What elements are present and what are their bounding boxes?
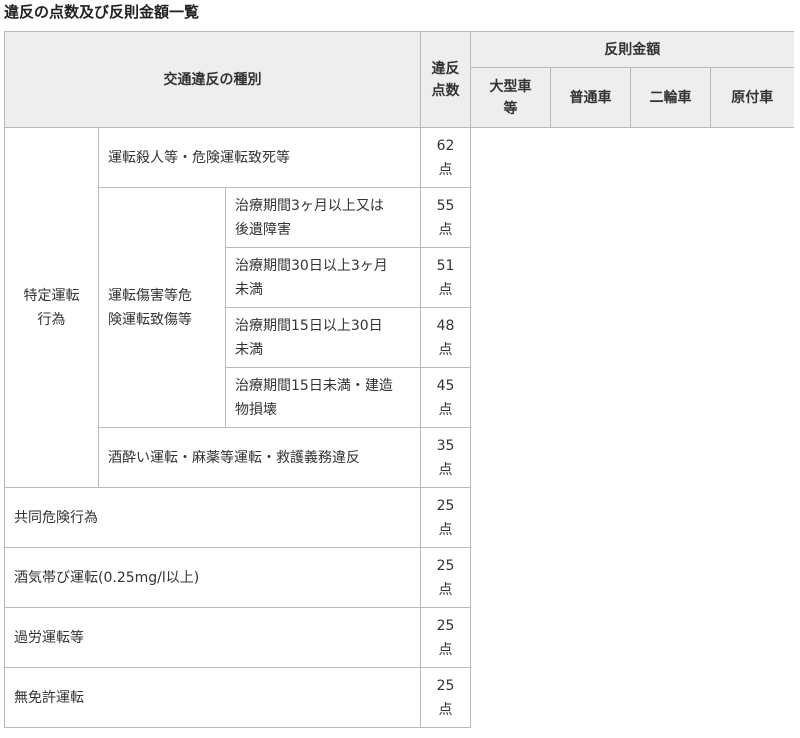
points-value: 62 bbox=[436, 137, 455, 154]
points-value: 51 bbox=[436, 257, 455, 274]
row-alcohol-label: 酒気帯び運転(0.25mg/l以上) bbox=[4, 547, 421, 608]
points-value: 45 bbox=[436, 377, 455, 394]
points-value: 25 bbox=[436, 617, 455, 634]
header-points-line1: 違反 bbox=[431, 60, 460, 77]
header-points: 違反 点数 bbox=[420, 31, 471, 128]
category-injury-line2: 険運転致傷等 bbox=[108, 311, 192, 328]
row-unlicensed-label: 無免許運転 bbox=[4, 667, 421, 728]
label-line1: 治療期間3ヶ月以上又は bbox=[235, 197, 384, 214]
row-injury-15d-points: 48 点 bbox=[420, 307, 471, 368]
points-unit: 点 bbox=[438, 461, 453, 478]
category-specific-line2: 行為 bbox=[37, 311, 66, 328]
header-standard-vehicle: 普通車 bbox=[550, 67, 631, 128]
row-joint-danger-label: 共同危険行為 bbox=[4, 487, 421, 548]
points-unit: 点 bbox=[438, 641, 453, 658]
header-large-vehicle-line2: 等 bbox=[503, 100, 518, 117]
row-injury-30d-points: 51 点 bbox=[420, 247, 471, 308]
points-unit: 点 bbox=[438, 221, 453, 238]
row-injury-15d-label: 治療期間15日以上30日 未満 bbox=[225, 307, 421, 368]
row-fatigue-points: 25 点 bbox=[420, 607, 471, 668]
page-title: 違反の点数及び反則金額一覧 bbox=[4, 3, 200, 21]
points-value: 25 bbox=[436, 677, 455, 694]
category-specific-driving: 特定運転 行為 bbox=[4, 127, 99, 488]
label-line2: 未満 bbox=[235, 341, 263, 358]
row-homicide-points: 62 点 bbox=[420, 127, 471, 188]
row-joint-danger-points: 25 点 bbox=[420, 487, 471, 548]
header-fine-amount: 反則金額 bbox=[470, 31, 794, 68]
row-drunk-drugs-points: 35 点 bbox=[420, 427, 471, 488]
fine-amount-empty-area bbox=[470, 127, 794, 728]
label-line1: 治療期間30日以上3ヶ月 bbox=[235, 257, 388, 274]
row-injury-3m-points: 55 点 bbox=[420, 187, 471, 248]
label-line2: 未満 bbox=[235, 281, 263, 298]
header-two-wheel: 二輪車 bbox=[630, 67, 711, 128]
row-unlicensed-points: 25 点 bbox=[420, 667, 471, 728]
row-injury-3m-label: 治療期間3ヶ月以上又は 後遺障害 bbox=[225, 187, 421, 248]
label-line2: 後遺障害 bbox=[235, 221, 291, 238]
points-unit: 点 bbox=[438, 341, 453, 358]
points-unit: 点 bbox=[438, 521, 453, 538]
row-fatigue-label: 過労運転等 bbox=[4, 607, 421, 668]
label-line1: 治療期間15日以上30日 bbox=[235, 317, 383, 334]
row-injury-30d-label: 治療期間30日以上3ヶ月 未満 bbox=[225, 247, 421, 308]
points-unit: 点 bbox=[438, 701, 453, 718]
header-large-vehicle: 大型車 等 bbox=[470, 67, 551, 128]
category-injury: 運転傷害等危 険運転致傷等 bbox=[98, 187, 226, 428]
row-alcohol-points: 25 点 bbox=[420, 547, 471, 608]
violation-fines-table: 交通違反の種別 違反 点数 反則金額 大型車 等 普通車 二輪車 原付車 特定運… bbox=[4, 31, 794, 728]
row-drunk-drugs-label: 酒酔い運転・麻薬等運転・救護義務違反 bbox=[98, 427, 421, 488]
row-injury-under15-points: 45 点 bbox=[420, 367, 471, 428]
points-value: 25 bbox=[436, 557, 455, 574]
points-value: 48 bbox=[436, 317, 455, 334]
label-line1: 治療期間15日未満・建造 bbox=[235, 377, 393, 394]
row-injury-under15-label: 治療期間15日未満・建造 物損壊 bbox=[225, 367, 421, 428]
category-specific-line1: 特定運転 bbox=[23, 287, 80, 304]
header-large-vehicle-line1: 大型車 bbox=[489, 78, 532, 95]
points-value: 35 bbox=[436, 437, 455, 454]
points-unit: 点 bbox=[438, 581, 453, 598]
points-value: 55 bbox=[436, 197, 455, 214]
row-homicide-label: 運転殺人等・危険運転致死等 bbox=[98, 127, 421, 188]
label-line2: 物損壊 bbox=[235, 401, 277, 418]
points-unit: 点 bbox=[438, 401, 453, 418]
points-unit: 点 bbox=[438, 281, 453, 298]
points-unit: 点 bbox=[438, 161, 453, 178]
category-injury-line1: 運転傷害等危 bbox=[108, 287, 192, 304]
header-violation-type: 交通違反の種別 bbox=[4, 31, 421, 128]
header-points-line2: 点数 bbox=[431, 82, 460, 99]
points-value: 25 bbox=[436, 497, 455, 514]
header-moped: 原付車 bbox=[710, 67, 794, 128]
